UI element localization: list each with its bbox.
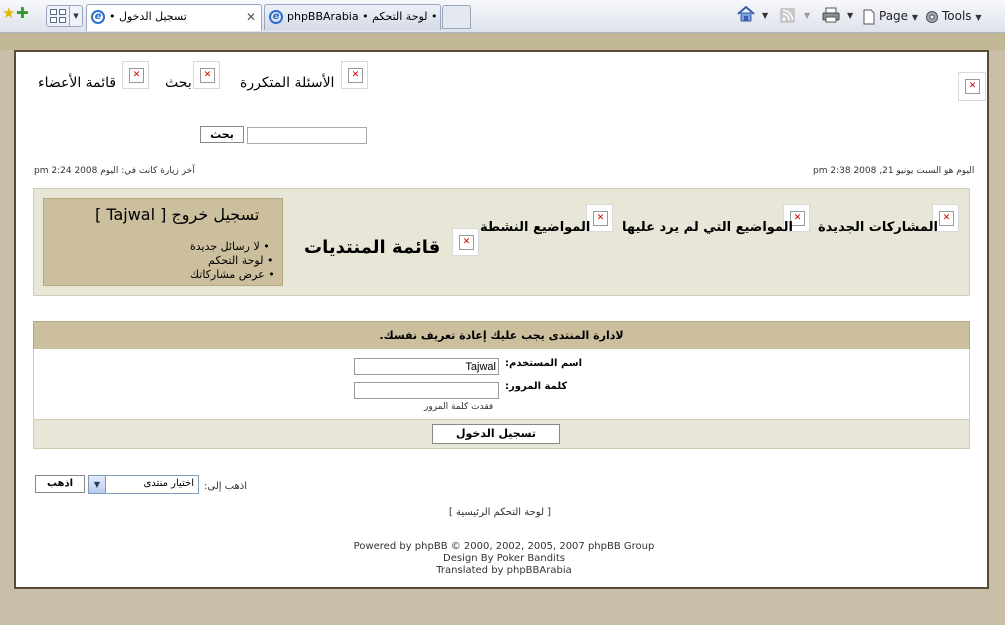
password-field[interactable] — [354, 382, 499, 399]
page-background-stripe — [0, 33, 1005, 50]
username-label: اسم المستخدم: — [505, 358, 583, 369]
ie-page-icon: e — [91, 10, 105, 24]
memberlist-icon[interactable] — [122, 61, 149, 89]
ie-page-icon: e — [269, 10, 283, 24]
print-icon[interactable] — [822, 7, 840, 23]
design-by: Design By Poker Bandits — [443, 553, 565, 564]
control-panel-link[interactable]: • لوحة التحكم — [208, 254, 273, 267]
main-cp-link[interactable]: [ لوحة التحكم الرئيسية ] — [400, 507, 600, 518]
logout-link[interactable]: تسجيل خروج [ Tajwal ] — [95, 205, 259, 224]
browser-tab-cp[interactable]: e phpBBArabia • لوحة التحكم • ... — [264, 4, 441, 30]
unanswered-topics-link[interactable]: المواضيع التي لم يرد عليها — [622, 220, 793, 235]
forgot-password-link[interactable]: فقدت كلمة المرور — [424, 402, 493, 412]
translated-by: Translated by phpBBArabia — [436, 565, 572, 576]
view-your-posts-link[interactable]: • عرض مشاركاتك — [190, 268, 275, 281]
add-favorite-icon[interactable]: ✚ — [16, 5, 32, 21]
forum-index-title[interactable]: قائمة المنتديات — [304, 237, 440, 258]
chevron-down-icon[interactable]: ▼ — [89, 476, 106, 493]
gear-icon — [926, 10, 938, 23]
print-dropdown-icon[interactable]: ▼ — [847, 7, 853, 25]
login-header: لادارة المنتدى يجب عليك إعادة تعريف نفسك… — [33, 321, 970, 350]
faq-icon[interactable] — [341, 61, 368, 89]
tools-menu[interactable]: Tools ▼ — [924, 7, 982, 25]
feeds-icon[interactable] — [780, 8, 795, 23]
favorites-star-icon[interactable]: ★ — [2, 6, 16, 21]
memberlist-link[interactable]: قائمة الأعضاء — [38, 75, 116, 91]
tab-title: تسجيل الدخول • — [109, 10, 187, 23]
active-topics-link[interactable]: المواضيع النشطة — [480, 220, 590, 235]
new-tab-button[interactable] — [442, 5, 471, 29]
new-posts-link[interactable]: المشاركات الجديدة — [818, 220, 938, 235]
current-time: اليوم هو السبت يونيو 21, 2008 2:38 pm — [813, 166, 975, 176]
page-menu[interactable]: Page ▼ — [861, 7, 918, 25]
home-dropdown-icon[interactable]: ▼ — [762, 7, 768, 25]
page-menu-label: Page — [879, 9, 909, 23]
faq-link[interactable]: الأسئلة المتكررة — [240, 75, 334, 91]
password-label: كلمة المرور: — [505, 381, 568, 392]
no-new-messages-link[interactable]: • لا رسائل جديدة — [190, 240, 270, 253]
login-body — [33, 349, 970, 420]
powered-by: Powered by phpBB © 2000, 2002, 2005, 200… — [353, 541, 655, 552]
search-nav-icon[interactable] — [193, 61, 220, 89]
search-button[interactable]: بحث — [200, 126, 244, 143]
search-link[interactable]: بحث — [165, 75, 192, 91]
tools-menu-label: Tools — [942, 9, 972, 23]
username-field[interactable] — [354, 358, 499, 375]
tab-title: phpBBArabia • لوحة التحكم • ... — [287, 10, 440, 23]
quick-tabs-button[interactable] — [46, 5, 70, 27]
close-tab-icon[interactable]: ✕ — [246, 5, 256, 29]
login-button[interactable]: تسجيل الدخول — [432, 424, 560, 444]
browser-tab-login[interactable]: e تسجيل الدخول • ✕ — [86, 4, 262, 31]
browser-toolbar: ★ ✚ ▼ e تسجيل الدخول • ✕ e phpBBArabia •… — [0, 0, 1005, 33]
home-icon[interactable] — [737, 6, 755, 22]
jump-to-label: اذهب إلى: — [204, 481, 248, 492]
forum-select-value: اختيار منتدى — [143, 478, 194, 489]
quick-tabs-grid-icon — [50, 9, 57, 15]
tab-list-dropdown[interactable]: ▼ — [70, 5, 83, 27]
go-button[interactable]: اذهب — [35, 475, 85, 493]
site-logo-image — [958, 72, 986, 101]
forum-select[interactable]: ▼ اختيار منتدى — [88, 475, 199, 494]
forum-index-icon — [452, 228, 479, 256]
feeds-dropdown-icon[interactable]: ▼ — [804, 7, 810, 25]
last-visit: آخر زيارة كانت في: اليوم 2008 2:24 pm — [34, 166, 195, 176]
page-icon — [863, 9, 875, 24]
search-input[interactable] — [247, 127, 367, 144]
